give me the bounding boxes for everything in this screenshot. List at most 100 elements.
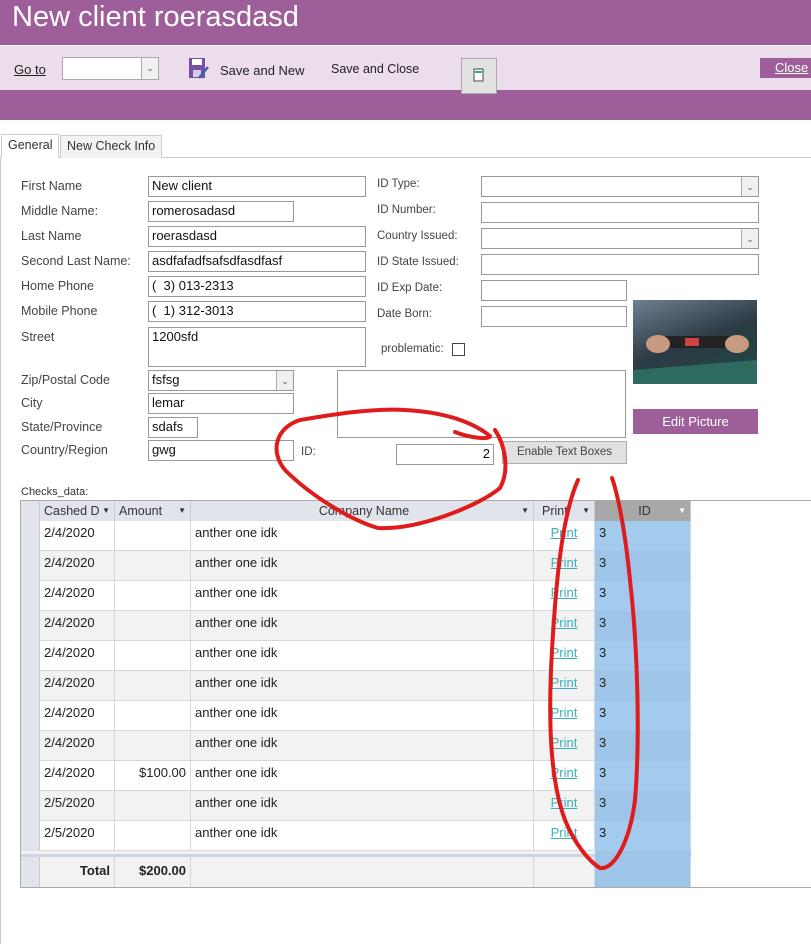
id-cell[interactable]: 3 bbox=[595, 551, 691, 581]
table-row[interactable]: 2/5/2020 anther one idk Print 3 bbox=[21, 791, 691, 821]
id-state-field[interactable] bbox=[481, 254, 759, 275]
row-selector[interactable] bbox=[21, 701, 40, 731]
dropdown-arrow-icon[interactable]: ▼ bbox=[582, 501, 590, 521]
table-row[interactable]: 2/4/2020 anther one idk Print 3 bbox=[21, 731, 691, 761]
print-link[interactable]: Print bbox=[534, 551, 595, 581]
cashed-date-cell[interactable]: 2/4/2020 bbox=[40, 641, 115, 671]
id-field[interactable]: 2 bbox=[396, 444, 494, 465]
enable-text-boxes-button[interactable]: Enable Text Boxes bbox=[502, 441, 627, 464]
row-selector[interactable] bbox=[21, 611, 40, 641]
amount-cell[interactable] bbox=[115, 551, 191, 581]
chevron-down-icon[interactable]: ⌄ bbox=[741, 229, 758, 248]
company-name-cell[interactable]: anther one idk bbox=[191, 611, 534, 641]
column-header-print[interactable]: Print ▼ bbox=[534, 501, 595, 521]
table-row[interactable]: 2/4/2020 anther one idk Print 3 bbox=[21, 641, 691, 671]
row-selector[interactable] bbox=[21, 731, 40, 761]
cashed-date-cell[interactable]: 2/4/2020 bbox=[40, 581, 115, 611]
print-link[interactable]: Print bbox=[534, 641, 595, 671]
cashed-date-cell[interactable]: 2/4/2020 bbox=[40, 701, 115, 731]
company-name-cell[interactable]: anther one idk bbox=[191, 791, 534, 821]
dropdown-arrow-icon[interactable]: ▼ bbox=[521, 501, 529, 521]
print-link[interactable]: Print bbox=[534, 701, 595, 731]
print-link[interactable]: Print bbox=[534, 611, 595, 641]
row-selector[interactable] bbox=[21, 521, 40, 551]
select-all-corner[interactable] bbox=[21, 501, 40, 521]
edit-picture-button[interactable]: Edit Picture bbox=[633, 409, 758, 434]
first-name-field[interactable]: New client bbox=[148, 176, 366, 197]
table-row[interactable]: 2/4/2020 anther one idk Print 3 bbox=[21, 701, 691, 731]
amount-cell[interactable] bbox=[115, 791, 191, 821]
id-exp-field[interactable] bbox=[481, 280, 627, 301]
print-link[interactable]: Print bbox=[534, 821, 595, 851]
id-number-field[interactable] bbox=[481, 202, 759, 223]
row-selector[interactable] bbox=[21, 671, 40, 701]
amount-cell[interactable] bbox=[115, 521, 191, 551]
table-row[interactable]: 2/4/2020 $100.00 anther one idk Print 3 bbox=[21, 761, 691, 791]
tab-general[interactable]: General bbox=[1, 134, 60, 158]
chevron-down-icon[interactable]: ⌄ bbox=[141, 58, 158, 79]
print-link[interactable]: Print bbox=[534, 581, 595, 611]
cashed-date-cell[interactable]: 2/5/2020 bbox=[40, 821, 115, 851]
cashed-date-cell[interactable]: 2/4/2020 bbox=[40, 761, 115, 791]
amount-cell[interactable] bbox=[115, 641, 191, 671]
company-name-cell[interactable]: anther one idk bbox=[191, 581, 534, 611]
goto-combo[interactable]: ⌄ bbox=[62, 57, 159, 80]
close-button[interactable]: Close bbox=[760, 58, 811, 78]
id-cell[interactable]: 3 bbox=[595, 701, 691, 731]
table-row[interactable]: 2/4/2020 anther one idk Print 3 bbox=[21, 551, 691, 581]
id-cell[interactable]: 3 bbox=[595, 671, 691, 701]
table-row[interactable]: 2/4/2020 anther one idk Print 3 bbox=[21, 611, 691, 641]
row-selector[interactable] bbox=[21, 641, 40, 671]
cashed-date-cell[interactable]: 2/4/2020 bbox=[40, 611, 115, 641]
id-cell[interactable]: 3 bbox=[595, 641, 691, 671]
company-name-cell[interactable]: anther one idk bbox=[191, 761, 534, 791]
company-name-cell[interactable]: anther one idk bbox=[191, 641, 534, 671]
column-header-cashed-date[interactable]: Cashed D ▼ bbox=[40, 501, 115, 521]
home-phone-field[interactable]: ( 3) 013-2313 bbox=[148, 276, 366, 297]
column-header-company-name[interactable]: Company Name ▼ bbox=[191, 501, 534, 521]
amount-cell[interactable] bbox=[115, 671, 191, 701]
company-name-cell[interactable]: anther one idk bbox=[191, 551, 534, 581]
city-field[interactable]: lemar bbox=[148, 393, 294, 414]
id-cell[interactable]: 3 bbox=[595, 761, 691, 791]
amount-cell[interactable] bbox=[115, 731, 191, 761]
column-header-amount[interactable]: Amount ▼ bbox=[115, 501, 191, 521]
country-issued-combo[interactable]: ⌄ bbox=[481, 228, 759, 249]
notes-button[interactable] bbox=[461, 58, 497, 94]
mobile-phone-field[interactable]: ( 1) 312-3013 bbox=[148, 301, 366, 322]
company-name-cell[interactable]: anther one idk bbox=[191, 701, 534, 731]
id-cell[interactable]: 3 bbox=[595, 791, 691, 821]
cashed-date-cell[interactable]: 2/4/2020 bbox=[40, 671, 115, 701]
print-link[interactable]: Print bbox=[534, 731, 595, 761]
id-cell[interactable]: 3 bbox=[595, 821, 691, 851]
dropdown-arrow-icon[interactable]: ▼ bbox=[178, 501, 186, 521]
notes-box[interactable] bbox=[337, 370, 626, 438]
table-row[interactable]: 2/4/2020 anther one idk Print 3 bbox=[21, 521, 691, 551]
id-cell[interactable]: 3 bbox=[595, 611, 691, 641]
cashed-date-cell[interactable]: 2/4/2020 bbox=[40, 731, 115, 761]
chevron-down-icon[interactable]: ⌄ bbox=[741, 177, 758, 196]
row-selector[interactable] bbox=[21, 581, 40, 611]
table-row[interactable]: 2/4/2020 anther one idk Print 3 bbox=[21, 671, 691, 701]
id-cell[interactable]: 3 bbox=[595, 731, 691, 761]
company-name-cell[interactable]: anther one idk bbox=[191, 671, 534, 701]
country-field[interactable]: gwg bbox=[148, 440, 294, 461]
amount-cell[interactable]: $100.00 bbox=[115, 761, 191, 791]
date-born-field[interactable] bbox=[481, 306, 627, 327]
save-and-new-button[interactable]: Save and New bbox=[220, 63, 305, 78]
print-link[interactable]: Print bbox=[534, 761, 595, 791]
company-name-cell[interactable]: anther one idk bbox=[191, 821, 534, 851]
id-type-combo[interactable]: ⌄ bbox=[481, 176, 759, 197]
row-selector[interactable] bbox=[21, 761, 40, 791]
street-field[interactable]: 1200sfd bbox=[148, 327, 366, 367]
print-link[interactable]: Print bbox=[534, 671, 595, 701]
middle-name-field[interactable]: romerosadasd bbox=[148, 201, 294, 222]
id-cell[interactable]: 3 bbox=[595, 521, 691, 551]
problematic-checkbox[interactable] bbox=[452, 343, 465, 356]
row-selector[interactable] bbox=[21, 791, 40, 821]
zip-combo[interactable]: fsfsg ⌄ bbox=[148, 370, 294, 391]
cashed-date-cell[interactable]: 2/4/2020 bbox=[40, 521, 115, 551]
tab-new-check-info[interactable]: New Check Info bbox=[60, 135, 163, 158]
company-name-cell[interactable]: anther one idk bbox=[191, 731, 534, 761]
company-name-cell[interactable]: anther one idk bbox=[191, 521, 534, 551]
